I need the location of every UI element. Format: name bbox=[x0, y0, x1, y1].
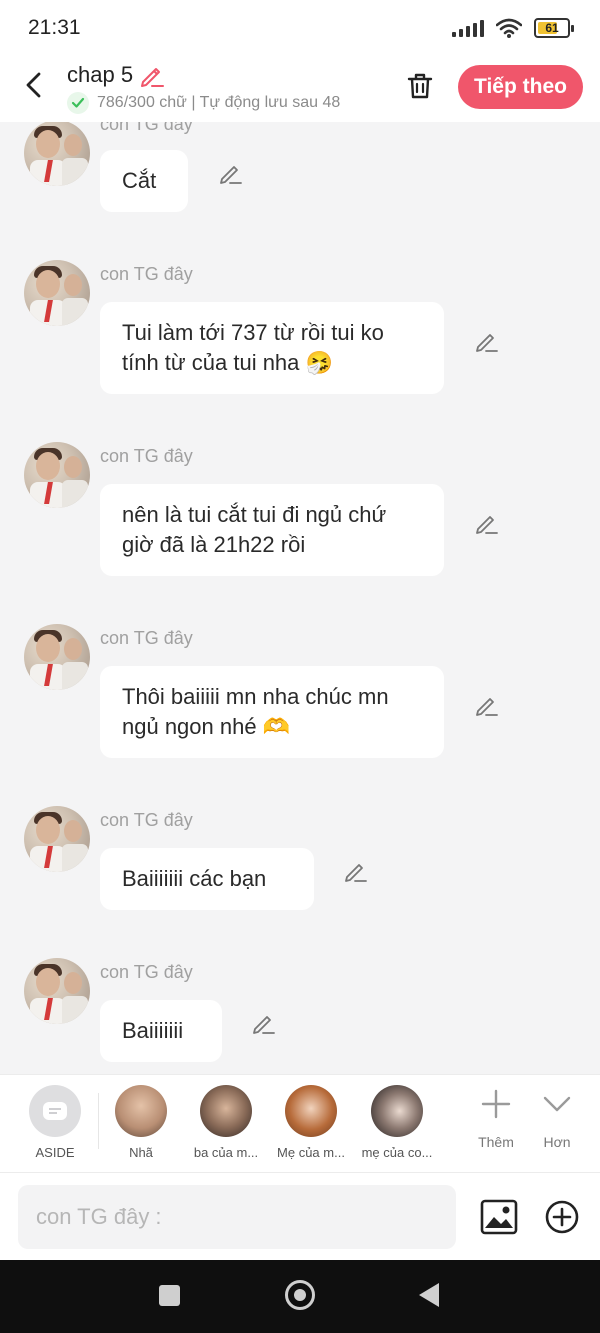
character-label: ASIDE bbox=[35, 1145, 75, 1160]
status-time: 21:31 bbox=[28, 16, 81, 39]
edit-message-icon[interactable] bbox=[474, 692, 500, 718]
avatar bbox=[115, 1085, 167, 1137]
back-button[interactable] bbox=[20, 70, 48, 100]
sender-name: con TG đây bbox=[100, 446, 193, 466]
message-bubble[interactable]: Thôi baiiiii mn nha chúc mn ngủ ngon nhé… bbox=[100, 666, 444, 758]
add-character-button[interactable]: Thêm bbox=[466, 1089, 526, 1150]
character-label: mẹ của co... bbox=[361, 1145, 433, 1160]
signal-icon bbox=[452, 19, 484, 37]
message-bubble[interactable]: Cắt bbox=[100, 150, 188, 212]
home-button[interactable] bbox=[285, 1280, 315, 1310]
sender-name: con TG đây bbox=[100, 628, 193, 648]
edit-message-icon[interactable] bbox=[218, 160, 244, 186]
check-icon bbox=[67, 92, 89, 114]
avatar[interactable] bbox=[24, 958, 90, 1024]
message-bubble[interactable]: Baiiiiiii bbox=[100, 1000, 222, 1062]
trash-icon[interactable] bbox=[404, 70, 436, 102]
avatar bbox=[371, 1085, 423, 1137]
sender-name: con TG đây bbox=[100, 810, 193, 830]
next-button[interactable]: Tiếp theo bbox=[458, 65, 583, 109]
avatar bbox=[200, 1085, 252, 1137]
status-bar: 21:31 61 bbox=[0, 0, 600, 58]
edit-message-icon[interactable] bbox=[343, 858, 369, 884]
word-count-autosave: 786/300 chữ | Tự động lưu sau 48 bbox=[97, 94, 341, 111]
character-nha[interactable]: Nhã bbox=[101, 1085, 181, 1160]
recents-button[interactable] bbox=[159, 1285, 180, 1306]
system-back-button[interactable] bbox=[419, 1283, 439, 1307]
edit-message-icon[interactable] bbox=[251, 1010, 277, 1036]
sender-name: con TG đây bbox=[100, 122, 193, 134]
character-ba[interactable]: ba của m... bbox=[186, 1085, 266, 1160]
expand-characters-button[interactable]: Hơn bbox=[527, 1089, 587, 1150]
character-me[interactable]: Mẹ của m... bbox=[271, 1085, 351, 1160]
chat-area[interactable]: con TG đây Cắt con TG đây Tui làm tới 73… bbox=[0, 122, 600, 1074]
avatar[interactable] bbox=[24, 442, 90, 508]
image-icon[interactable] bbox=[480, 1199, 518, 1235]
character-label: Mẹ của m... bbox=[277, 1145, 345, 1160]
aside-icon bbox=[29, 1085, 81, 1137]
composer-bar bbox=[0, 1172, 600, 1260]
divider bbox=[98, 1093, 99, 1149]
character-aside[interactable]: ASIDE bbox=[15, 1085, 95, 1160]
character-label: ba của m... bbox=[193, 1145, 259, 1160]
chevron-down-icon bbox=[543, 1096, 571, 1112]
avatar[interactable] bbox=[24, 260, 90, 326]
add-circle-icon[interactable] bbox=[545, 1200, 579, 1234]
avatar[interactable] bbox=[24, 624, 90, 690]
wifi-icon bbox=[496, 18, 522, 38]
battery-level: 61 bbox=[545, 21, 559, 35]
avatar[interactable] bbox=[24, 122, 90, 186]
edit-message-icon[interactable] bbox=[474, 328, 500, 354]
edit-message-icon[interactable] bbox=[474, 510, 500, 536]
expand-label: Hơn bbox=[543, 1134, 571, 1150]
battery-icon: 61 bbox=[534, 18, 574, 38]
character-bar: ASIDE Nhã ba của m... Mẹ của m... mẹ của… bbox=[0, 1074, 600, 1172]
message-input[interactable] bbox=[18, 1185, 456, 1249]
system-nav-bar bbox=[0, 1260, 600, 1333]
message-bubble[interactable]: Baiiiiiii các bạn bbox=[100, 848, 314, 910]
character-label: Nhã bbox=[129, 1145, 153, 1160]
avatar[interactable] bbox=[24, 806, 90, 872]
editor-header: chap 5 786/300 chữ | Tự động lưu sau 48 … bbox=[0, 58, 600, 122]
edit-title-icon[interactable] bbox=[139, 62, 165, 88]
sender-name: con TG đây bbox=[100, 962, 193, 982]
character-me-2[interactable]: mẹ của co... bbox=[357, 1085, 437, 1160]
plus-icon bbox=[481, 1089, 511, 1119]
status-icons: 61 bbox=[452, 18, 574, 38]
message-bubble[interactable]: nên là tui cắt tui đi ngủ chứ giờ đã là … bbox=[100, 484, 444, 576]
save-status: 786/300 chữ | Tự động lưu sau 48 bbox=[67, 92, 340, 114]
message-bubble[interactable]: Tui làm tới 737 từ rồi tui ko tính từ củ… bbox=[100, 302, 444, 394]
sender-name: con TG đây bbox=[100, 264, 193, 284]
avatar bbox=[285, 1085, 337, 1137]
title-row: chap 5 bbox=[67, 62, 165, 88]
add-character-label: Thêm bbox=[478, 1134, 514, 1150]
chapter-title[interactable]: chap 5 bbox=[67, 62, 133, 88]
